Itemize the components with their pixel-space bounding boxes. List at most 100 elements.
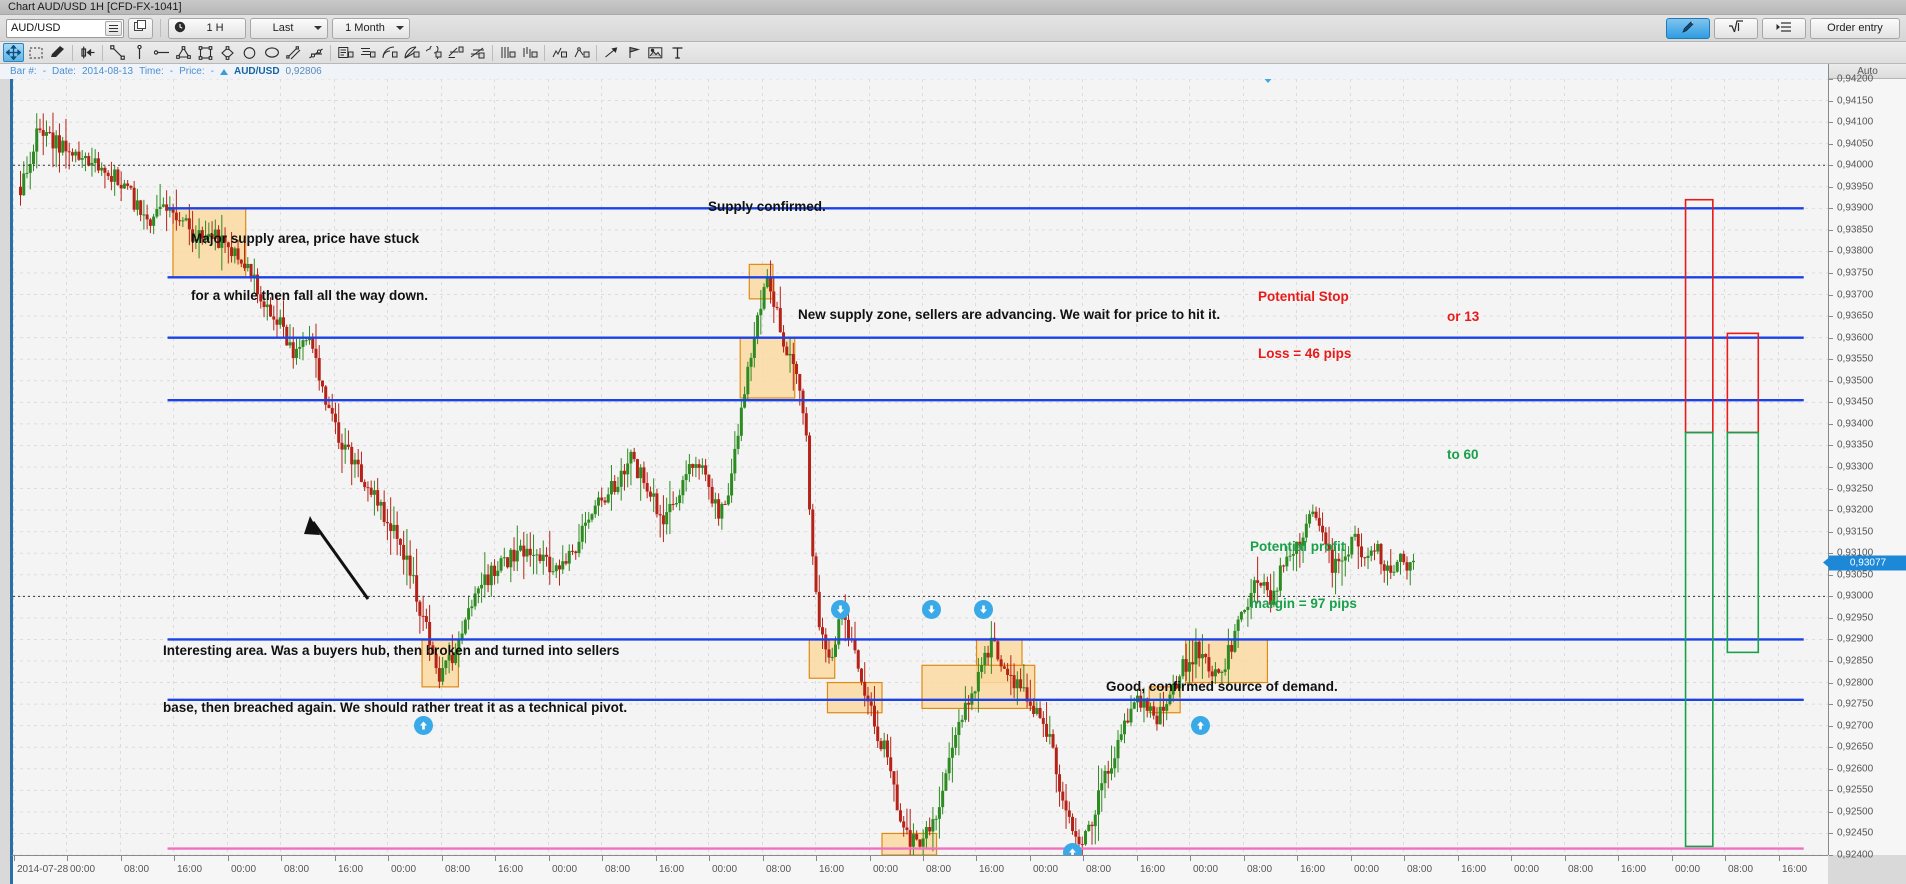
price-axis-tick (1829, 704, 1833, 706)
time-axis-label: 16:00 (1461, 864, 1487, 875)
fibonacci-retracement-tool[interactable] (445, 43, 466, 62)
time-axis-label: 00:00 (391, 864, 417, 875)
time-axis-tick (1618, 856, 1619, 861)
time-axis-tick (388, 856, 389, 861)
symbol-value: AUD/USD (11, 22, 61, 34)
time-axis-label: 00:00 (712, 864, 738, 875)
time-axis-label: 16:00 (979, 864, 1005, 875)
price-axis-label: 0,92400 (1837, 849, 1874, 861)
time-axis-tick (923, 856, 924, 861)
price-axis-tick (1829, 359, 1833, 361)
time-axis-tick (1244, 856, 1245, 861)
price-axis-label: 0,92950 (1837, 612, 1874, 624)
symbol-input[interactable]: AUD/USD (6, 18, 124, 38)
fibonacci-arc-tool[interactable] (379, 43, 400, 62)
price-axis-label: 0,94150 (1837, 95, 1874, 107)
time-axis-label: 08:00 (1568, 864, 1594, 875)
time-axis-tick (1190, 856, 1191, 861)
chart-svg (13, 79, 1828, 855)
time-axis-label: 08:00 (284, 864, 310, 875)
diamond-tool[interactable] (217, 43, 238, 62)
range-dropdown[interactable]: 1 Month (332, 17, 410, 39)
price-axis-label: 0,94200 (1837, 73, 1874, 85)
time-axis-tick (1725, 856, 1726, 861)
price-axis-label: 0,93600 (1837, 332, 1874, 344)
properties-button[interactable] (1762, 17, 1806, 39)
fibonacci-spiral-tool[interactable] (423, 43, 444, 62)
price-axis-label: 0,92900 (1837, 633, 1874, 645)
time-axis-tick (1404, 856, 1405, 861)
fibonacci-extension-tool[interactable] (467, 43, 488, 62)
symbol-list-icon[interactable] (105, 20, 122, 36)
horizontal-line-tool[interactable] (151, 43, 172, 62)
up-triangle-icon (219, 68, 228, 75)
vertical-line-tool[interactable] (129, 43, 150, 62)
horizontal-level-lines (13, 164, 1828, 850)
text-note-tool[interactable] (335, 43, 356, 62)
info-last-price: 0,92806 (285, 66, 322, 77)
crosshair-move-tool[interactable] (3, 43, 24, 62)
flag-marker-tool[interactable] (623, 43, 644, 62)
price-axis[interactable]: Auto 0,94200 0,94150 0,94100 0,94050 0,94000… (1823, 64, 1906, 861)
triangle-tool[interactable] (173, 43, 194, 62)
rectangle-select-tool[interactable] (25, 43, 46, 62)
indicator-icon (1728, 19, 1744, 37)
eraser-tool[interactable] (47, 43, 68, 62)
label-tool[interactable] (357, 43, 378, 62)
price-axis-label: 0,93250 (1837, 483, 1874, 495)
toolbar-divider (596, 44, 597, 61)
time-axis-label: 08:00 (1086, 864, 1112, 875)
toolbar-divider (330, 44, 331, 61)
price-axis-tick (1829, 855, 1833, 856)
duplicate-icon (134, 20, 147, 36)
time-axis-label: 16:00 (819, 864, 845, 875)
price-chart-canvas[interactable]: Major supply area, price have stuck for … (10, 79, 1828, 855)
elliott-wave-tool[interactable] (549, 43, 570, 62)
circle-tool[interactable] (239, 43, 260, 62)
toolbar-divider (102, 44, 103, 61)
collapse-triangle-icon[interactable] (1261, 79, 1275, 83)
price-axis-label: 0,93950 (1837, 181, 1874, 193)
time-axis-tick (870, 856, 871, 861)
bar-number-label: Bar #: (10, 66, 37, 77)
indicator-button[interactable] (1714, 17, 1758, 39)
time-axis-label: 08:00 (445, 864, 471, 875)
draw-mode-button[interactable] (1666, 17, 1710, 39)
text-tool[interactable] (667, 43, 688, 62)
price-axis-label: 0,93850 (1837, 224, 1874, 236)
time-axis-label: 16:00 (1300, 864, 1326, 875)
price-axis-label: 0,92600 (1837, 763, 1874, 775)
fibonacci-fan-tool[interactable] (401, 43, 422, 62)
rectangle-tool[interactable] (195, 43, 216, 62)
time-axis-label: 16:00 (1621, 864, 1647, 875)
time-axis-label: 00:00 (1675, 864, 1701, 875)
time-axis-label: 08:00 (605, 864, 631, 875)
price-type-dropdown[interactable]: Last (250, 17, 328, 39)
trendline-tool[interactable] (107, 43, 128, 62)
order-entry-button[interactable]: Order entry (1810, 17, 1900, 39)
duplicate-chart-button[interactable] (128, 17, 153, 39)
gann-box-tool[interactable] (497, 43, 518, 62)
price-axis-tick (1829, 768, 1833, 770)
time-axis-label: 00:00 (1354, 864, 1380, 875)
ellipse-tool[interactable] (261, 43, 282, 62)
image-tool[interactable] (645, 43, 666, 62)
timeframe-button[interactable]: 1 H (168, 17, 246, 39)
current-price-badge: 0,93077 (1823, 555, 1906, 571)
price-axis-tick (1829, 467, 1833, 468)
price-label: Price: (179, 66, 205, 77)
time-axis-tick (549, 856, 550, 861)
price-axis-tick (1829, 445, 1833, 447)
cycle-lines-tool[interactable] (571, 43, 592, 62)
parallel-channel-tool[interactable] (283, 43, 304, 62)
pitchfork-tool[interactable] (305, 43, 326, 62)
price-axis-tick (1829, 553, 1833, 555)
drawing-toolbar (0, 42, 1906, 64)
bar-measure-tool[interactable] (77, 43, 98, 62)
time-axis-label: 00:00 (231, 864, 257, 875)
arrow-marker-tool[interactable] (601, 43, 622, 62)
time-axis-tick (976, 856, 977, 861)
gann-fan-tool[interactable] (519, 43, 540, 62)
time-axis[interactable]: 2014-07-28 00:00 08:00 16:00 00:00 08:00 16:00… (10, 855, 1828, 884)
price-axis-tick (1829, 229, 1833, 231)
